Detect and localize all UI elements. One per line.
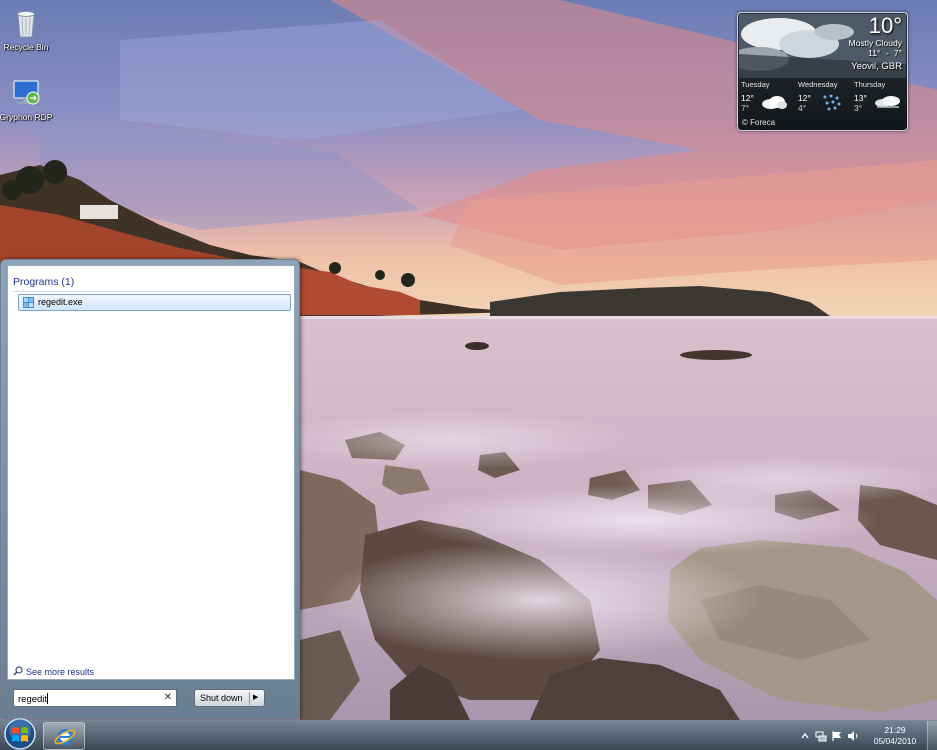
clock-time: 21:29 bbox=[884, 725, 906, 735]
volume-icon[interactable] bbox=[847, 730, 859, 742]
network-icon[interactable] bbox=[815, 730, 827, 742]
weather-condition: Mostly Cloudy bbox=[848, 38, 902, 48]
start-search-input[interactable]: regedit ✕ bbox=[13, 689, 177, 707]
remote-desktop-icon bbox=[9, 76, 43, 110]
chevron-up-icon[interactable] bbox=[799, 730, 811, 742]
forecast-day: Tuesday 12° 7° bbox=[738, 79, 794, 117]
taskbar-clock[interactable]: 21:29 05/04/2010 bbox=[865, 725, 925, 747]
desktop-icon-recycle-bin[interactable]: Recycle Bin bbox=[0, 6, 56, 52]
shutdown-options-arrow-icon[interactable]: ▶ bbox=[253, 693, 258, 701]
search-icon bbox=[13, 666, 23, 676]
weather-forecast: Tuesday 12° 7° Wednesday 12° 4° Thursday… bbox=[738, 79, 907, 117]
system-tray: 21:29 05/04/2010 bbox=[795, 721, 937, 750]
forecast-low: 3° bbox=[854, 103, 863, 113]
forecast-day-name: Wednesday bbox=[798, 80, 838, 89]
forecast-high: 12° bbox=[741, 93, 754, 103]
forecast-high: 12° bbox=[798, 93, 811, 103]
taskbar: 21:29 05/04/2010 bbox=[0, 717, 937, 750]
forecast-day: Wednesday 12° 4° bbox=[795, 79, 851, 117]
weather-location[interactable]: Yeovil, GBR bbox=[851, 61, 902, 72]
search-result-label: regedit.exe bbox=[38, 297, 83, 307]
shutdown-divider bbox=[249, 692, 250, 705]
desktop-icon-label: Recycle Bin bbox=[3, 42, 49, 52]
show-desktop-button[interactable] bbox=[927, 721, 937, 750]
forecast-high: 13° bbox=[854, 93, 867, 103]
internet-explorer-icon bbox=[54, 729, 76, 745]
flag-icon[interactable] bbox=[831, 730, 843, 742]
weather-gadget[interactable]: 10° Mostly Cloudy 11° - 7° Yeovil, GBR T… bbox=[737, 12, 908, 131]
search-result-item[interactable]: regedit.exe bbox=[18, 294, 291, 311]
cloudy-icon bbox=[873, 92, 901, 112]
results-category-header[interactable]: Programs (1) bbox=[13, 276, 74, 288]
forecast-day: Thursday 13° 3° bbox=[851, 79, 907, 117]
forecast-low: 4° bbox=[798, 103, 807, 113]
desktop-icon-label: Gryphon RDP bbox=[0, 112, 53, 122]
start-button[interactable] bbox=[3, 717, 37, 750]
registry-editor-icon bbox=[22, 296, 35, 309]
shutdown-button[interactable]: Shut down ▶ bbox=[194, 689, 265, 707]
rain-icon bbox=[817, 92, 845, 112]
forecast-low: 7° bbox=[741, 103, 750, 113]
recycle-bin-icon bbox=[9, 6, 43, 40]
see-more-results-link[interactable]: See more results bbox=[13, 666, 94, 677]
weather-credit[interactable]: © Foreca bbox=[742, 118, 775, 127]
see-more-label: See more results bbox=[26, 667, 95, 677]
taskbar-internet-explorer-button[interactable] bbox=[43, 722, 85, 750]
partly-cloudy-icon bbox=[760, 92, 788, 112]
desktop-icon-gryphon-rdp[interactable]: Gryphon RDP bbox=[0, 76, 56, 122]
forecast-day-name: Tuesday bbox=[741, 80, 770, 89]
clock-date: 05/04/2010 bbox=[873, 736, 917, 746]
forecast-day-name: Thursday bbox=[854, 80, 886, 89]
header-divider bbox=[13, 291, 290, 292]
search-results-panel: Programs (1) regedit.exe See more result… bbox=[7, 265, 295, 680]
start-menu: Programs (1) regedit.exe See more result… bbox=[0, 259, 300, 719]
clear-search-icon[interactable]: ✕ bbox=[164, 692, 172, 703]
current-temperature: 10° bbox=[868, 13, 902, 38]
search-input-value: regedit bbox=[18, 693, 49, 705]
shutdown-label: Shut down bbox=[200, 693, 243, 703]
temperature-range: 11° - 7° bbox=[868, 48, 902, 58]
